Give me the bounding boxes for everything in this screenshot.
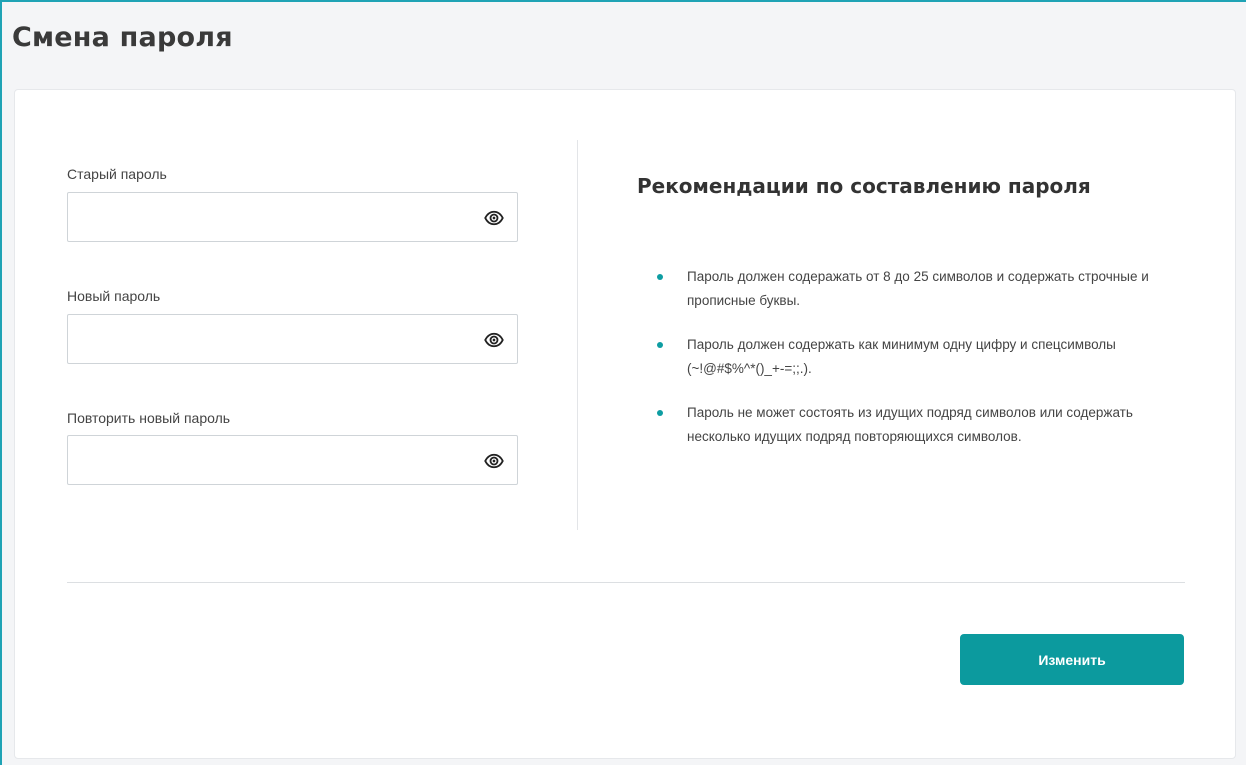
bullet-icon (657, 274, 663, 280)
change-password-card: Старый пароль Новый пароль Повторить нов… (14, 89, 1236, 759)
bullet-icon (657, 410, 663, 416)
horizontal-divider (67, 582, 1185, 583)
repeat-password-field (67, 435, 518, 485)
frame-border-left (0, 0, 2, 765)
old-password-label: Старый пароль (67, 166, 167, 182)
recommendations-list: Пароль должен содеражать от 8 до 25 симв… (657, 265, 1177, 469)
new-password-input[interactable] (68, 315, 468, 363)
eye-icon[interactable] (484, 208, 504, 228)
bullet-icon (657, 342, 663, 348)
old-password-field (67, 192, 518, 242)
new-password-label: Новый пароль (67, 288, 161, 304)
frame-border-top (0, 0, 1246, 2)
recommendation-text: Пароль должен содеражать от 8 до 25 симв… (687, 269, 1149, 308)
recommendation-item: Пароль должен содеражать от 8 до 25 симв… (657, 265, 1177, 313)
recommendations-title: Рекомендации по составлению пароля (637, 174, 1091, 198)
repeat-password-label: Повторить новый пароль (67, 410, 231, 426)
repeat-password-input[interactable] (68, 436, 468, 484)
eye-icon[interactable] (484, 451, 504, 471)
eye-icon[interactable] (484, 330, 504, 350)
change-password-button[interactable]: Изменить (960, 634, 1184, 685)
recommendation-item: Пароль не может состоять из идущих подря… (657, 401, 1177, 449)
old-password-input[interactable] (68, 193, 468, 241)
recommendation-text: Пароль должен содержать как минимум одну… (687, 337, 1116, 376)
page-title: Смена пароля (12, 22, 233, 53)
vertical-divider (577, 140, 578, 530)
recommendation-text: Пароль не может состоять из идущих подря… (687, 405, 1133, 444)
new-password-field (67, 314, 518, 364)
recommendation-item: Пароль должен содержать как минимум одну… (657, 333, 1177, 381)
